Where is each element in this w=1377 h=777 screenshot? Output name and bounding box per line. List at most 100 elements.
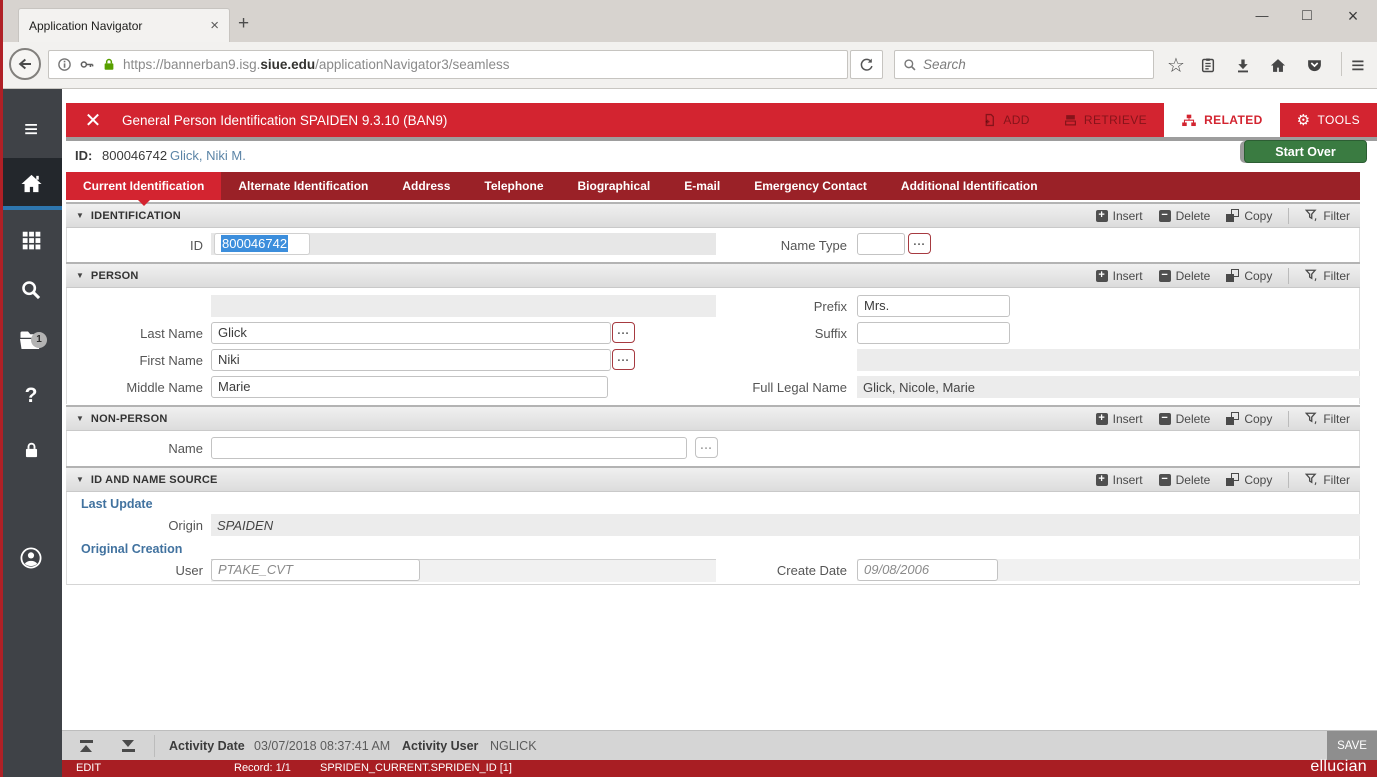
delete-button[interactable]: − Delete (1158, 473, 1210, 487)
last-name-lookup-button[interactable]: ... (612, 322, 635, 343)
new-tab-button[interactable]: + (238, 14, 249, 34)
sidebar-item-search[interactable] (0, 267, 62, 313)
user-input[interactable]: PTAKE_CVT (211, 559, 420, 581)
collapse-caret-icon[interactable]: ▼ (76, 271, 84, 280)
browser-menu-icon[interactable]: ≡ (1344, 52, 1372, 78)
window-close-button[interactable]: × (1336, 4, 1370, 28)
search-box[interactable]: Search (894, 50, 1154, 79)
window-maximize-button[interactable]: □ (1290, 4, 1324, 28)
create-date-input[interactable]: 09/08/2006 (857, 559, 998, 581)
sidebar-item-profile[interactable] (0, 535, 62, 581)
keyblock-id-label: ID: (75, 148, 93, 163)
sidebar-item-signout[interactable] (0, 427, 62, 473)
name-type-input[interactable] (857, 233, 905, 255)
back-button[interactable] (9, 48, 41, 80)
download-icon[interactable] (1229, 52, 1257, 78)
filter-button[interactable]: Filter (1305, 473, 1350, 487)
info-icon[interactable] (57, 57, 72, 72)
add-document-icon (985, 113, 995, 127)
delete-button[interactable]: − Delete (1158, 269, 1210, 283)
full-legal-name-label: Full Legal Name (752, 380, 847, 395)
section-header-non-person[interactable]: ▼ NON-PERSON + Insert − Delete Copy Filter (66, 405, 1360, 431)
window-minimize-button[interactable]: — (1245, 4, 1279, 28)
save-button[interactable]: SAVE (1327, 731, 1377, 760)
home-toolbar-icon[interactable] (1264, 52, 1292, 78)
pocket-icon[interactable] (1300, 52, 1328, 78)
retrieve-button[interactable]: RETRIEVE (1047, 103, 1164, 137)
suffix-input[interactable] (857, 322, 1010, 344)
tab-email[interactable]: E-mail (667, 172, 737, 200)
url-bar[interactable]: https://bannerban9.isg.siue.edu/applicat… (48, 50, 848, 79)
collapse-caret-icon[interactable]: ▼ (76, 475, 84, 484)
section-header-id-name-source[interactable]: ▼ ID AND NAME SOURCE + Insert − Delete Cop… (66, 466, 1360, 492)
copy-button[interactable]: Copy (1226, 209, 1272, 223)
scroll-to-bottom-button[interactable] (110, 734, 146, 758)
status-mode: EDIT (76, 762, 102, 774)
id-input[interactable]: 800046742 (214, 233, 310, 255)
delete-button[interactable]: − Delete (1158, 209, 1210, 223)
sidebar-item-home-active[interactable] (0, 158, 62, 210)
copy-icon (1226, 473, 1240, 486)
empty-display-field (857, 349, 1360, 371)
related-button[interactable]: RELATED (1164, 103, 1280, 137)
middle-name-input[interactable]: Marie (211, 376, 608, 398)
delete-button[interactable]: − Delete (1158, 412, 1210, 426)
sidebar-item-help[interactable]: ? (0, 373, 62, 419)
scroll-bottom-icon (122, 740, 134, 748)
add-button[interactable]: ADD (966, 103, 1047, 137)
collapse-caret-icon[interactable]: ▼ (76, 211, 84, 220)
sidebar-item-applications[interactable] (0, 217, 62, 263)
collapse-caret-icon[interactable]: ▼ (76, 414, 84, 423)
first-name-lookup-button[interactable]: ... (612, 349, 635, 370)
browser-tab[interactable]: Application Navigator × (18, 8, 230, 42)
sidebar-menu-icon[interactable]: ≡ (0, 107, 62, 153)
prefix-input[interactable]: Mrs. (857, 295, 1010, 317)
activity-user-value: NGLICK (490, 739, 537, 753)
filter-icon (1305, 209, 1317, 222)
tab-telephone[interactable]: Telephone (467, 172, 560, 200)
library-icon[interactable] (1194, 52, 1222, 78)
page-title: General Person Identification SPAIDEN 9.… (122, 112, 448, 128)
first-name-input[interactable]: Niki (211, 349, 611, 371)
insert-icon: + (1095, 269, 1108, 282)
section-header-identification[interactable]: ▼ IDENTIFICATION + Insert − Delete Copy Fi… (66, 202, 1360, 228)
non-person-name-label: Name (168, 441, 203, 456)
start-over-button[interactable]: Start Over (1244, 140, 1367, 163)
tab-current-identification[interactable]: Current Identification (66, 172, 222, 206)
footer-divider (154, 735, 155, 757)
https-lock-icon[interactable] (102, 57, 116, 72)
tab-close-icon[interactable]: × (210, 17, 219, 34)
insert-button[interactable]: + Insert (1095, 473, 1143, 487)
filter-button[interactable]: Filter (1305, 412, 1350, 426)
last-name-input[interactable]: Glick (211, 322, 611, 344)
gear-icon: ⚙ (1296, 112, 1311, 129)
filter-button[interactable]: Filter (1305, 269, 1350, 283)
tab-additional-identification[interactable]: Additional Identification (884, 172, 1055, 200)
reload-button[interactable] (850, 50, 883, 79)
insert-button[interactable]: + Insert (1095, 412, 1143, 426)
copy-button[interactable]: Copy (1226, 269, 1272, 283)
name-type-lookup-button[interactable]: ... (908, 233, 931, 254)
non-person-name-input[interactable] (211, 437, 687, 459)
name-type-label: Name Type (780, 238, 847, 253)
tab-address[interactable]: Address (385, 172, 467, 200)
non-person-name-lookup-button[interactable]: ... (695, 437, 718, 458)
tab-alternate-identification[interactable]: Alternate Identification (221, 172, 385, 200)
scroll-to-top-button[interactable] (68, 734, 104, 758)
close-form-button[interactable]: ✕ (66, 103, 120, 137)
home-icon (0, 160, 62, 206)
copy-icon (1226, 209, 1240, 222)
insert-button[interactable]: + Insert (1095, 269, 1143, 283)
filter-button[interactable]: Filter (1305, 209, 1350, 223)
key-icon[interactable] (79, 57, 95, 72)
delete-icon: − (1158, 473, 1171, 486)
copy-icon (1226, 269, 1240, 282)
insert-button[interactable]: + Insert (1095, 209, 1143, 223)
bookmark-star-icon[interactable]: ☆ (1162, 52, 1190, 78)
copy-button[interactable]: Copy (1226, 473, 1272, 487)
tab-biographical[interactable]: Biographical (561, 172, 668, 200)
tools-button[interactable]: ⚙ TOOLS (1279, 103, 1377, 137)
tab-emergency-contact[interactable]: Emergency Contact (737, 172, 884, 200)
section-header-person[interactable]: ▼ PERSON + Insert − Delete Copy Filter (66, 262, 1360, 288)
copy-button[interactable]: Copy (1226, 412, 1272, 426)
